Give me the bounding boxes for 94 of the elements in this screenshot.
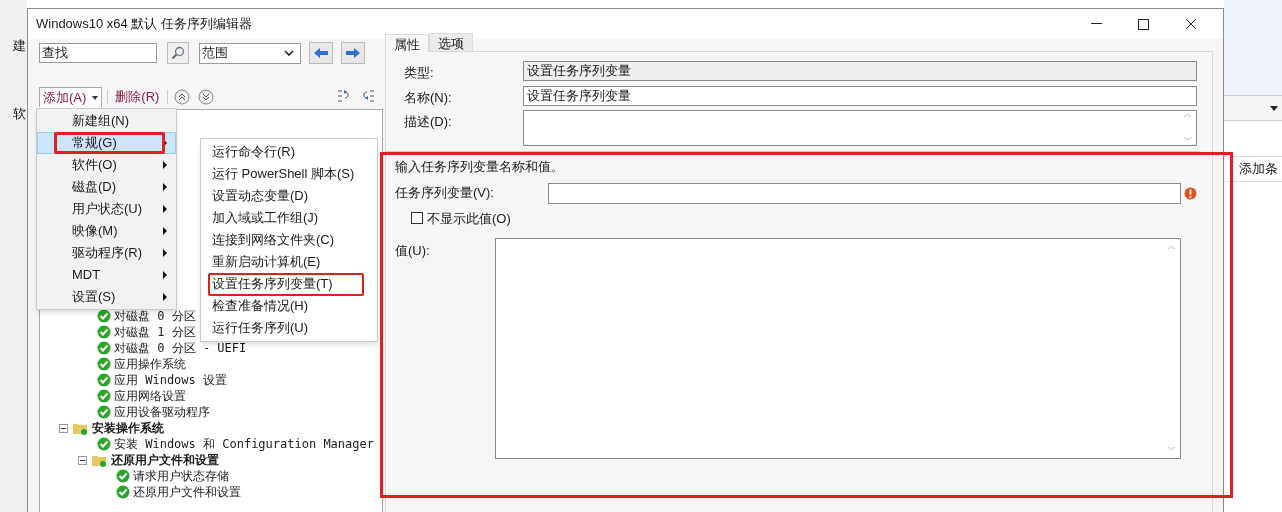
type-label: 类型: bbox=[403, 64, 435, 82]
submenu-arrow-icon bbox=[163, 293, 167, 301]
menu-item[interactable]: 软件(O) bbox=[37, 154, 176, 176]
expand-icon[interactable] bbox=[337, 89, 351, 105]
menu-item[interactable]: 驱动程序(R) bbox=[37, 242, 176, 264]
add-menu-button[interactable]: 添加(A) bbox=[39, 87, 103, 107]
tab[interactable]: 选项 bbox=[429, 33, 473, 51]
tree-item[interactable]: 应用网络设置 bbox=[114, 387, 186, 405]
right-arrow-icon bbox=[345, 47, 361, 59]
minimize-icon[interactable] bbox=[1091, 23, 1102, 25]
background-text: 建 bbox=[13, 37, 27, 55]
name-label: 名称(N): bbox=[403, 88, 453, 107]
submenu-arrow-icon bbox=[163, 271, 167, 279]
menu-item[interactable]: 映像(M) bbox=[37, 220, 176, 242]
check-icon bbox=[97, 357, 111, 371]
collapse-icon[interactable] bbox=[361, 89, 375, 105]
submenu-arrow-icon bbox=[163, 139, 167, 147]
instruction-text: 输入任务序列变量名称和值。 bbox=[395, 158, 565, 176]
menu-item[interactable]: 设置动态变量(D) bbox=[201, 185, 377, 207]
menu-item[interactable]: 重新启动计算机(E) bbox=[201, 251, 377, 273]
tree-item[interactable]: 还原用户文件和设置 bbox=[111, 451, 219, 469]
check-icon bbox=[97, 389, 111, 403]
type-field: 设置任务序列变量 bbox=[523, 61, 1197, 81]
hide-value-label: 不显示此值(O) bbox=[427, 209, 511, 228]
folder-icon bbox=[73, 421, 88, 435]
value-field[interactable] bbox=[495, 238, 1181, 459]
menu-item[interactable]: 设置(S) bbox=[37, 286, 176, 308]
dropdown-arrow-icon[interactable] bbox=[1270, 105, 1278, 111]
tree-item[interactable]: 对磁盘 0 分区 - UEFI bbox=[114, 339, 247, 357]
variable-field[interactable] bbox=[548, 182, 1181, 204]
close-icon[interactable] bbox=[1185, 18, 1197, 30]
minus-icon bbox=[80, 459, 85, 461]
scope-value: 范围 bbox=[202, 44, 228, 63]
submenu-arrow-icon bbox=[163, 249, 167, 257]
forward-button[interactable] bbox=[341, 42, 365, 64]
name-field[interactable]: 设置任务序列变量 bbox=[523, 85, 1197, 106]
description-label: 描述(D): bbox=[403, 113, 453, 131]
maximize-icon[interactable] bbox=[1138, 18, 1149, 30]
move-up-icon[interactable] bbox=[174, 89, 191, 105]
submenu-arrow-icon bbox=[163, 205, 167, 213]
menu-item[interactable]: MDT bbox=[37, 264, 176, 286]
variable-label: 任务序列变量(V): bbox=[395, 184, 495, 203]
menu-item[interactable]: 加入域或工作组(J) bbox=[201, 207, 377, 229]
check-icon bbox=[97, 309, 111, 323]
menu-item[interactable]: 检查准备情况(H) bbox=[201, 295, 377, 317]
submenu-arrow-icon bbox=[163, 183, 167, 191]
window-title: Windows10 x64 默认 任务序列编辑器 bbox=[36, 15, 252, 34]
background-text: 添加条 bbox=[1239, 160, 1278, 179]
submenu-arrow-icon bbox=[163, 161, 167, 169]
menu-item[interactable]: 常规(G) bbox=[37, 132, 176, 154]
tree-item[interactable]: 安装 Windows 和 Configuration Manager bbox=[114, 435, 374, 453]
menu-item[interactable]: 磁盘(D) bbox=[37, 176, 176, 198]
menu-item[interactable]: 用户状态(U) bbox=[37, 198, 176, 220]
tree-item[interactable]: 应用操作系统 bbox=[114, 355, 186, 373]
folder-icon bbox=[92, 453, 107, 467]
check-icon bbox=[116, 485, 130, 499]
scope-dropdown[interactable]: 范围 bbox=[199, 42, 301, 64]
check-icon bbox=[97, 405, 111, 419]
caret-icon bbox=[92, 95, 99, 100]
menu-item[interactable]: 连接到网络文件夹(C) bbox=[201, 229, 377, 251]
check-icon bbox=[97, 341, 111, 355]
minus-icon bbox=[61, 427, 66, 429]
tree-item[interactable]: 对磁盘 0 分区 bbox=[114, 307, 196, 325]
menu-item[interactable]: 运行 PowerShell 脚本(S) bbox=[201, 163, 377, 185]
check-icon bbox=[97, 373, 111, 387]
menu-item[interactable]: 运行任务序列(U) bbox=[201, 317, 377, 339]
submenu-arrow-icon bbox=[163, 227, 167, 235]
check-icon bbox=[97, 437, 111, 451]
left-arrow-icon bbox=[313, 47, 329, 59]
search-field[interactable]: 查找 bbox=[39, 43, 157, 63]
move-down-icon[interactable] bbox=[198, 89, 215, 105]
tab[interactable]: 属性 bbox=[385, 34, 429, 52]
value-label: 值(U): bbox=[395, 242, 431, 260]
collapse-toggle[interactable] bbox=[59, 423, 68, 433]
tree-item[interactable]: 请求用户状态存储 bbox=[133, 467, 229, 485]
collapse-toggle[interactable] bbox=[78, 455, 87, 465]
tree-item[interactable]: 对磁盘 1 分区 bbox=[114, 323, 196, 341]
search-icon bbox=[171, 46, 185, 60]
tree-item[interactable]: 安装操作系统 bbox=[92, 419, 164, 437]
menu-item[interactable]: 运行命令行(R) bbox=[201, 141, 377, 163]
back-button[interactable] bbox=[309, 42, 333, 64]
tree-item[interactable]: 应用 Windows 设置 bbox=[114, 371, 228, 389]
delete-button[interactable]: 删除(R) bbox=[113, 87, 162, 107]
hide-value-checkbox[interactable] bbox=[411, 212, 423, 225]
tree-item[interactable]: 还原用户文件和设置 bbox=[133, 483, 241, 501]
menu-item[interactable]: 新建组(N) bbox=[37, 110, 176, 132]
description-field[interactable] bbox=[523, 110, 1197, 146]
check-icon bbox=[116, 469, 130, 483]
menu-item[interactable]: 设置任务序列变量(T) bbox=[201, 273, 377, 295]
background-text: 软 bbox=[13, 104, 27, 123]
check-icon bbox=[97, 325, 111, 339]
search-button[interactable] bbox=[167, 42, 189, 64]
chevron-down-icon bbox=[284, 50, 294, 56]
tree-item[interactable]: 应用设备驱动程序 bbox=[114, 403, 210, 421]
